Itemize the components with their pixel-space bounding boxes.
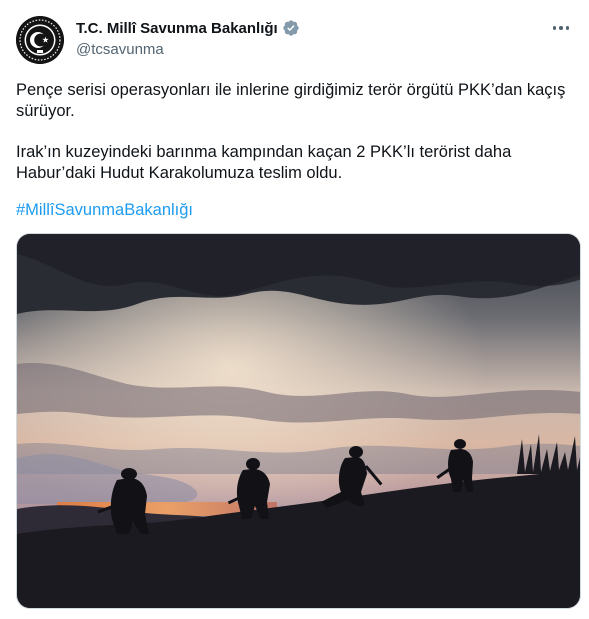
ministry-emblem-icon [16,16,64,64]
avatar[interactable] [16,16,64,64]
tweet-card: T.C. Millî Savunma Bakanlığı @tcsavunma … [0,0,589,619]
tweet-text-paragraph-1: Pençe serisi operasyonları ile inlerine … [16,81,566,120]
soldiers-sunset-photo [17,234,580,608]
author-name-row: T.C. Millî Savunma Bakanlığı [76,19,300,37]
more-options-icon[interactable] [547,18,575,38]
verified-badge-icon [283,20,299,36]
author-display-name[interactable]: T.C. Millî Savunma Bakanlığı [76,20,278,37]
tweet-media-photo[interactable] [16,233,581,609]
hashtag-link[interactable]: #MillîSavunmaBakanlığı [16,201,193,220]
author-handle[interactable]: @tcsavunma [76,41,164,58]
tweet-text-paragraph-2: Irak’ın kuzeyindeki barınma kampından ka… [16,143,512,182]
